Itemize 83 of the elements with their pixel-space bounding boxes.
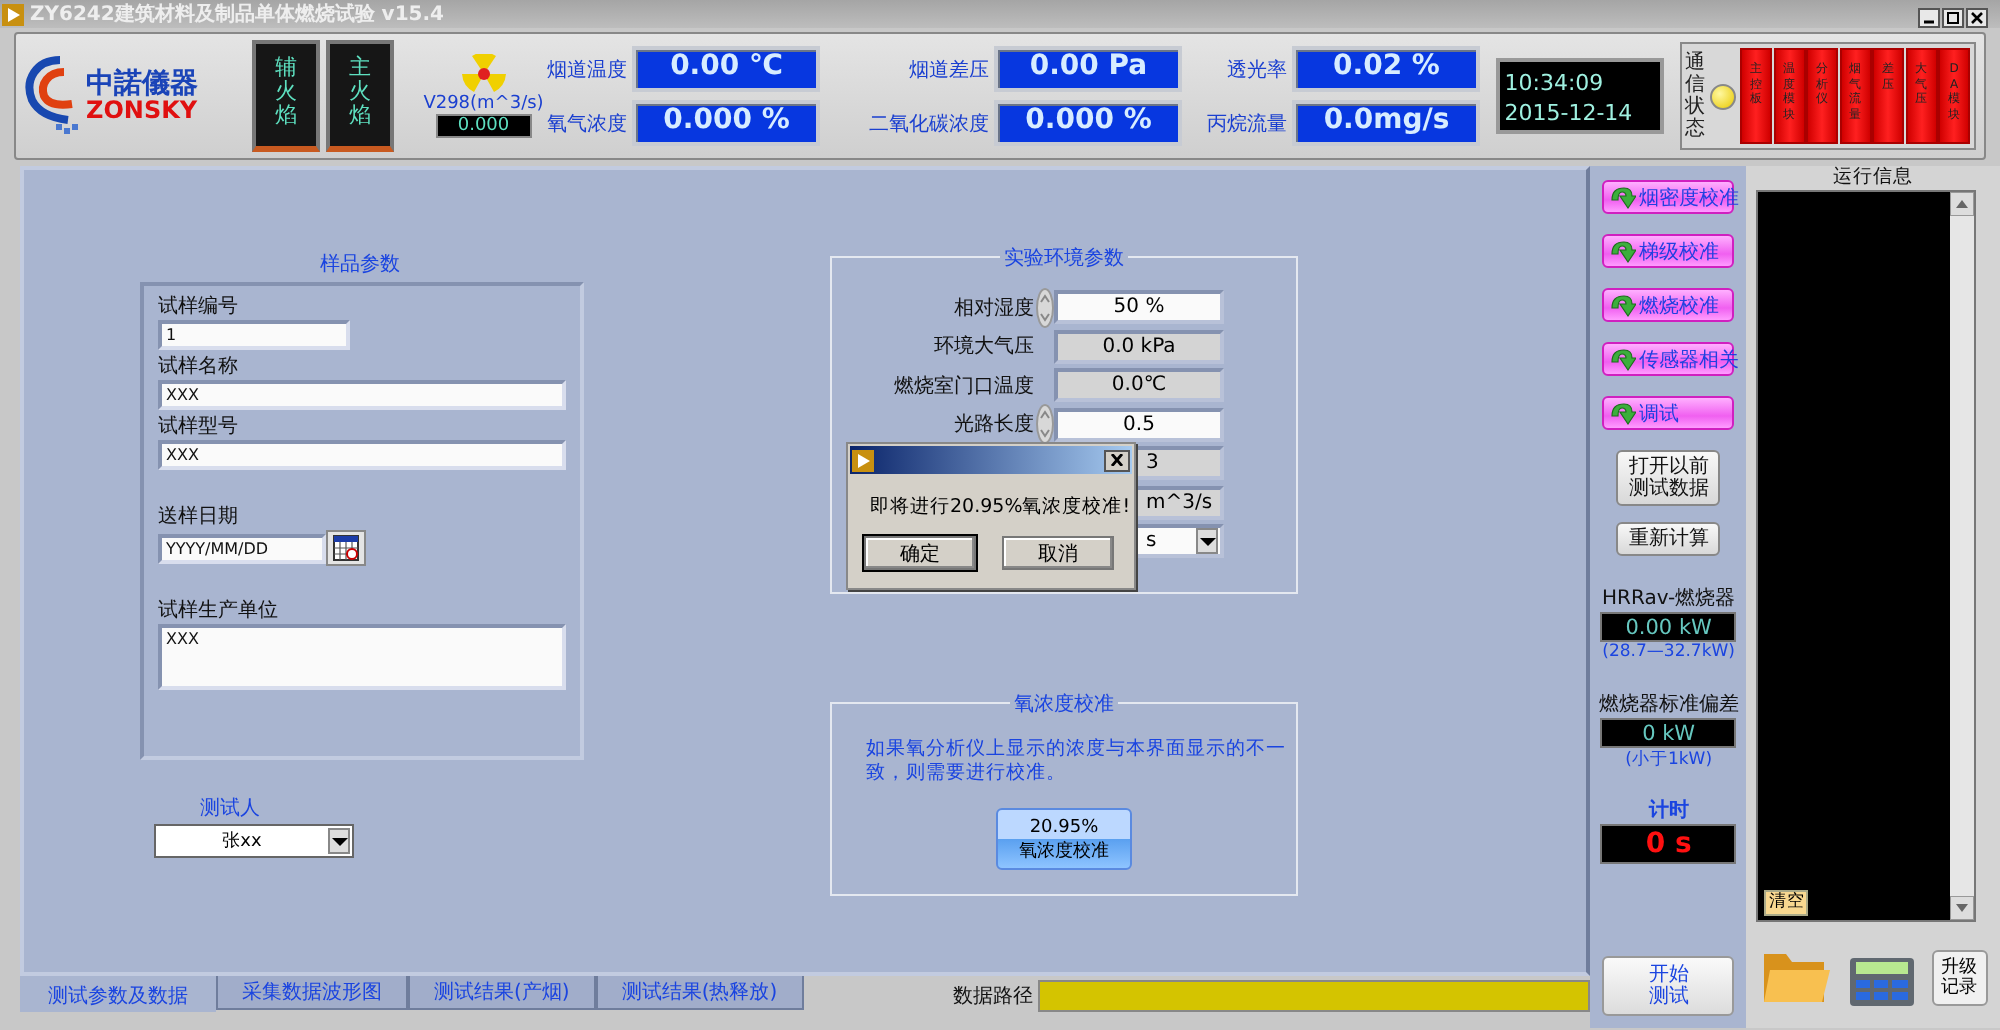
instruction-text: 如果氧分析仪上显示的浓度与本界面显示的不一致，则需要进行校准。 <box>864 738 1288 786</box>
input-field[interactable]: XXX <box>158 380 566 410</box>
input-field[interactable]: 1 <box>158 320 350 350</box>
tab[interactable]: 测试参数及数据 <box>20 976 216 1012</box>
arrow-icon <box>1608 185 1637 209</box>
readout-value: 0.00 ℃ <box>632 46 821 92</box>
upgrade-log-button[interactable]: 升级 记录 <box>1931 950 1988 1006</box>
calculator-icon[interactable] <box>1849 958 1914 1006</box>
arrow-icon <box>1608 401 1637 425</box>
field-label: 送样日期 <box>158 504 240 530</box>
readout-label: 烟道温度 <box>546 57 627 83</box>
dialog-button[interactable]: 取消 <box>1002 536 1114 570</box>
range-text: (小于1kW) <box>1625 748 1713 772</box>
value-field: 0.0℃ <box>1054 368 1224 403</box>
readout-label: 氧气浓度 <box>546 111 627 137</box>
flame-indicator: 辅火焰 <box>252 40 321 152</box>
panel-title: 样品参数 <box>318 251 402 278</box>
metric-value: 0 kW <box>1600 718 1737 748</box>
panel-title: 运行信息 <box>1833 166 1914 190</box>
readout-value: 0.02 % <box>1292 46 1481 92</box>
radiation-icon <box>461 54 506 94</box>
path-field[interactable] <box>1038 980 1591 1012</box>
readout-value: 0.00 Pa <box>994 46 1183 92</box>
input-field[interactable]: XXX <box>158 440 566 470</box>
parameter-label: 燃烧室门口温度 <box>892 373 1036 400</box>
metric-value: 0.00 kW <box>1600 612 1737 642</box>
field-label: 试样型号 <box>158 414 240 440</box>
timer-value: 0 s <box>1600 824 1737 864</box>
panel-title: 实验环境参数 <box>1000 244 1128 272</box>
window-title: ZY6242建筑材料及制品单体燃烧试验 v15.4 <box>30 1 444 28</box>
field-label: 试样编号 <box>158 294 240 320</box>
logo-brand: ZONSKY <box>86 98 198 122</box>
readout-value: 0.000 % <box>632 100 821 146</box>
flame-indicator: 主火焰 <box>326 40 395 152</box>
arrow-icon <box>1608 239 1637 263</box>
field-label: 数据路径 <box>952 984 1033 1010</box>
field-label: 测试人 <box>200 795 262 822</box>
date-field[interactable]: YYYY/MM/DD <box>158 533 326 563</box>
input-field[interactable]: 0.5 <box>1054 407 1224 442</box>
field-label: 试样生产单位 <box>158 598 280 624</box>
parameter-label: 光路长度 <box>952 411 1036 439</box>
readout-value: 0.0mg/s <box>1292 100 1481 146</box>
logo-icon <box>24 52 84 140</box>
clear-button[interactable]: 清空 <box>1764 890 1809 916</box>
scroll-up-icon[interactable] <box>1950 192 1975 216</box>
input-field[interactable]: 50 % <box>1054 290 1224 325</box>
calibrate-button[interactable]: 20.95% 氧浓度校准 <box>996 808 1132 870</box>
readout-label: 二氧化碳浓度 <box>866 111 989 137</box>
calendar-button[interactable] <box>326 530 366 566</box>
app-icon <box>852 449 874 471</box>
close-button[interactable] <box>1104 449 1130 471</box>
metric-label: 燃烧器标准偏差 <box>1598 691 1739 718</box>
readout-value: 0.000 % <box>994 100 1183 146</box>
start-button[interactable]: 开始 测试 <box>1602 956 1735 1016</box>
close-icon[interactable] <box>1966 8 1988 28</box>
app-icon <box>2 3 24 25</box>
timer-label: 计时 <box>1648 797 1689 824</box>
minimize-icon[interactable] <box>1918 8 1940 28</box>
metric-label: HRRav-燃烧器 <box>1602 585 1736 612</box>
text-area[interactable]: XXX <box>158 624 566 690</box>
flow-value: 0.000 <box>435 114 532 138</box>
dropdown[interactable]: 张xx <box>154 824 354 858</box>
range-text: (28.7—32.7kW) <box>1602 642 1735 662</box>
action-button[interactable]: 打开以前 测试数据 <box>1616 450 1721 506</box>
close-icon <box>1110 454 1124 466</box>
readout-label: 丙烷流量 <box>1204 111 1287 137</box>
readout-label: 烟道差压 <box>906 57 989 83</box>
dialog-button[interactable]: 确定 <box>864 536 976 570</box>
value-field: 0.0 kPa <box>1054 329 1224 364</box>
action-button[interactable]: 重新计算 <box>1616 522 1721 556</box>
field-label: 试样名称 <box>158 354 240 380</box>
parameter-label: 相对湿度 <box>952 295 1036 322</box>
parameter-label: 环境大气压 <box>932 333 1036 361</box>
clock-display: 10:34:09 2015-12-14 <box>1496 58 1663 134</box>
flow-label: V298(m^3/s) <box>423 94 544 114</box>
logo-text: 中諾儀器 <box>86 70 198 98</box>
maximize-icon[interactable] <box>1942 8 1964 28</box>
comm-status-label: 通信状态 <box>1685 52 1705 140</box>
panel-title: 氧浓度校准 <box>1010 690 1118 718</box>
readout-label: 透光率 <box>1224 57 1287 83</box>
arrow-icon <box>1608 347 1637 371</box>
arrow-icon <box>1608 293 1637 317</box>
scroll-down-icon[interactable] <box>1950 896 1975 920</box>
